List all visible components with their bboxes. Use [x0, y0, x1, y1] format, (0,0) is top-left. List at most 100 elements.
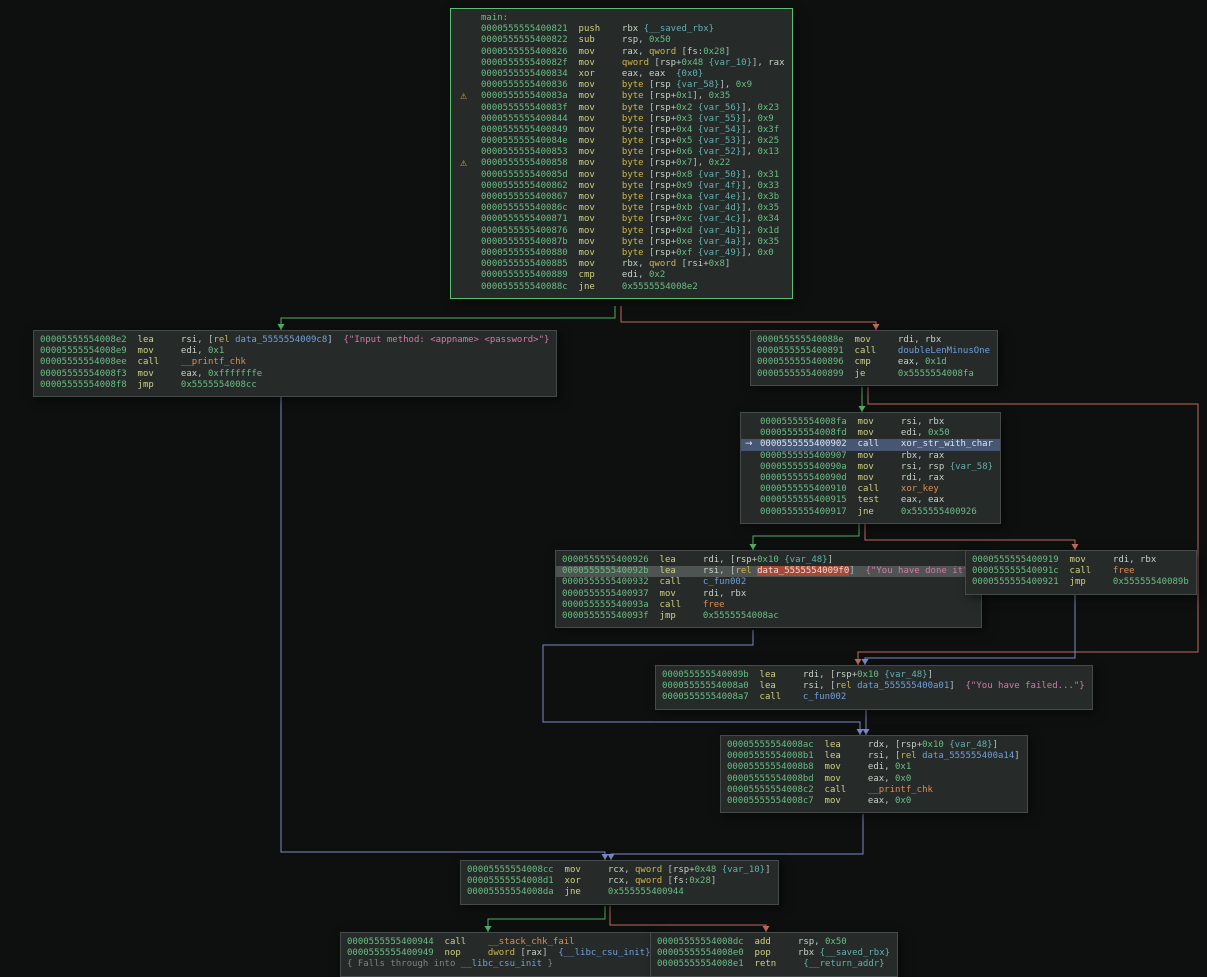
asm-line[interactable]: 000055555540088e mov rdi, rbx [751, 335, 997, 346]
token-mn: mov [138, 346, 181, 356]
basic-block-b08cc[interactable]: 00005555554008cc mov rcx, qword [rsp+0x4… [460, 860, 779, 905]
token-mn: jmp [1070, 577, 1113, 587]
asm-line[interactable]: 00005555554008a7 call c_fun002 [656, 692, 1092, 703]
asm-line[interactable]: 00005555554008b8 mov edi, 0x1 [721, 762, 1027, 773]
asm-line[interactable]: 00005555554008e1 retn {__return_addr} [651, 959, 897, 970]
asm-line[interactable]: 0000555555400891 call doubleLenMinusOne [751, 346, 997, 357]
asm-line[interactable]: →0000555555400902 call xor_str_with_char [741, 439, 1000, 450]
token-pln: , [638, 35, 649, 45]
token-num: 0x5555554008ac [703, 611, 779, 621]
token-reg: rsp [835, 670, 851, 680]
asm-line[interactable]: 00005555554008ac lea rdx, [rsp+0x10 {var… [721, 740, 1027, 751]
asm-line[interactable]: 000055555540083f mov byte [rsp+0x2 {var_… [451, 103, 792, 114]
asm-line[interactable]: 0000555555400921 jmp 0x55555540089b [966, 577, 1196, 588]
asm-line[interactable]: 0000555555400917 jne 0x555555400926 [741, 507, 1000, 518]
asm-line[interactable]: 000055555540091c call free [966, 566, 1196, 577]
asm-line[interactable]: 000055555540090a mov rsi, rsp {var_58} [741, 462, 1000, 473]
asm-line[interactable]: 00005555554008a0 lea rsi, [rel data_5555… [656, 681, 1092, 692]
asm-line[interactable]: 000055555540085d mov byte [rsp+0x8 {var_… [451, 170, 792, 181]
asm-line[interactable]: 0000555555400926 lea rdi, [rsp+0x10 {var… [556, 555, 981, 566]
basic-block-b088e[interactable]: 000055555540088e mov rdi, rbx00005555554… [750, 330, 998, 386]
basic-block-b08dc[interactable]: 00005555554008dc add rsp, 0x500000555555… [650, 932, 898, 977]
asm-line[interactable]: 0000555555400836 mov byte [rsp {var_58}]… [451, 80, 792, 91]
asm-line[interactable]: 0000555555400880 mov byte [rsp+0xf {var_… [451, 248, 792, 259]
asm-line[interactable]: 000055555540087b mov byte [rsp+0xe {var_… [451, 237, 792, 248]
asm-line[interactable]: 0000555555400821 push rbx {__saved_rbx} [451, 24, 792, 35]
token-pln [568, 114, 579, 124]
asm-line[interactable]: 00005555554008cc mov rcx, qword [rsp+0x4… [461, 865, 778, 876]
asm-line[interactable]: 000055555540084e mov byte [rsp+0x5 {var_… [451, 136, 792, 147]
asm-line[interactable]: 00005555554008f8 jmp 0x5555554008cc [34, 380, 556, 391]
graph-canvas[interactable]: main:0000555555400821 push rbx {__saved_… [0, 0, 1207, 977]
basic-block-b0944[interactable]: 0000555555400944 call __stack_chk_fail00… [340, 932, 659, 977]
token-num: 0x1 [895, 762, 911, 772]
asm-line[interactable]: 0000555555400885 mov rbx, qword [rsi+0x8… [451, 259, 792, 270]
asm-line[interactable]: 0000555555400862 mov byte [rsp+0x9 {var_… [451, 181, 792, 192]
asm-line[interactable]: 0000555555400849 mov byte [rsp+0x4 {var_… [451, 125, 792, 136]
asm-line[interactable]: 0000555555400910 call xor_key [741, 484, 1000, 495]
asm-line[interactable]: 00005555554008e2 lea rsi, [rel data_5555… [34, 335, 556, 346]
asm-line[interactable]: 0000555555400822 sub rsp, 0x50 [451, 35, 792, 46]
asm-line[interactable]: 00005555554008b1 lea rsi, [rel data_5555… [721, 751, 1027, 762]
asm-line[interactable]: 0000555555400844 mov byte [rsp+0x3 {var_… [451, 114, 792, 125]
asm-line[interactable]: 00005555554008ee call __printf_chk [34, 357, 556, 368]
asm-line[interactable]: 0000555555400889 cmp edi, 0x2 [451, 270, 792, 281]
token-num: 0x50 [928, 428, 950, 438]
token-mn: xor [579, 69, 622, 79]
asm-line[interactable]: 0000555555400871 mov byte [rsp+0xc {var_… [451, 214, 792, 225]
token-reg: rdi [703, 555, 719, 565]
asm-line[interactable]: 0000555555400932 call c_fun002 [556, 577, 981, 588]
asm-line[interactable]: 0000555555400915 test eax, eax [741, 495, 1000, 506]
asm-line[interactable]: 00005555554008da jne 0x555555400944 [461, 887, 778, 898]
asm-line[interactable]: 0000555555400834 xor eax, eax {0x0} [451, 69, 792, 80]
basic-block-b089b[interactable]: 000055555540089b lea rdi, [rsp+0x10 {var… [655, 665, 1093, 710]
token-mn: pop [755, 948, 798, 958]
basic-block-b0919[interactable]: 0000555555400919 mov rdi, rbx00005555554… [965, 550, 1197, 595]
asm-line[interactable]: 0000555555400907 mov rbx, rax [741, 451, 1000, 462]
token-addr: 0000555555400834 [481, 69, 568, 79]
asm-line[interactable]: 00005555554008e0 pop rbx {__saved_rbx} [651, 948, 897, 959]
token-mn: mov [825, 762, 868, 772]
asm-line[interactable]: 00005555554008bd mov eax, 0x0 [721, 774, 1027, 785]
asm-line[interactable]: 0000555555400867 mov byte [rsp+0xa {var_… [451, 192, 792, 203]
token-num: 0x555555400944 [608, 887, 684, 897]
token-pln: ] [542, 948, 558, 958]
basic-block-main[interactable]: main:0000555555400821 push rbx {__saved_… [450, 8, 793, 299]
asm-line[interactable]: 0000555555400944 call __stack_chk_fail [341, 937, 658, 948]
asm-line[interactable]: ⚠000055555540083a mov byte [rsp+0x1], 0x… [451, 91, 792, 102]
asm-line[interactable]: 0000555555400853 mov byte [rsp+0x6 {var_… [451, 147, 792, 158]
asm-line[interactable]: 000055555540089b lea rdi, [rsp+0x10 {var… [656, 670, 1092, 681]
asm-line[interactable]: 00005555554008dc add rsp, 0x50 [651, 937, 897, 948]
asm-line[interactable]: 00005555554008c2 call __printf_chk [721, 785, 1027, 796]
asm-line[interactable]: 00005555554008fd mov edi, 0x50 [741, 428, 1000, 439]
asm-line[interactable]: 0000555555400949 nop dword [rax] {__libc… [341, 948, 658, 959]
asm-line[interactable]: 00005555554008d1 xor rcx, qword [fs:0x28… [461, 876, 778, 887]
asm-line[interactable]: 000055555540093a call free [556, 600, 981, 611]
asm-line[interactable]: ⚠0000555555400858 mov byte [rsp+0x7], 0x… [451, 158, 792, 169]
asm-line[interactable]: 0000555555400919 mov rdi, rbx [966, 555, 1196, 566]
asm-line[interactable]: 000055555540082f mov qword [rsp+0x48 {va… [451, 58, 792, 69]
asm-line[interactable]: 000055555540090d mov rdi, rax [741, 473, 1000, 484]
basic-block-b08ac[interactable]: 00005555554008ac lea rdx, [rsp+0x10 {var… [720, 735, 1028, 813]
token-kw: byte [622, 192, 644, 202]
asm-line[interactable]: 000055555540088c jne 0x5555554008e2 [451, 282, 792, 293]
token-ann: {__saved_rbx} [820, 948, 890, 958]
asm-line[interactable]: 0000555555400896 cmp eax, 0x1d [751, 357, 997, 368]
asm-line[interactable]: 00005555554008c7 mov eax, 0x0 [721, 796, 1027, 807]
asm-line[interactable]: 0000555555400937 mov rdi, rbx [556, 589, 981, 600]
basic-block-b0926[interactable]: 0000555555400926 lea rdi, [rsp+0x10 {var… [555, 550, 982, 628]
asm-line[interactable]: 000055555540092b lea rsi, [rel data_5555… [556, 566, 981, 577]
token-reg: rax [928, 451, 944, 461]
basic-block-b08e2[interactable]: 00005555554008e2 lea rsi, [rel data_5555… [33, 330, 557, 397]
asm-line[interactable]: main: [451, 13, 792, 24]
asm-line[interactable]: 00005555554008e9 mov edi, 0x1 [34, 346, 556, 357]
asm-line[interactable]: 0000555555400826 mov rax, qword [fs:0x28… [451, 47, 792, 58]
asm-line[interactable]: 0000555555400899 je 0x5555554008fa [751, 369, 997, 380]
basic-block-b08fa[interactable]: 00005555554008fa mov rsi, rbx00005555554… [740, 412, 1001, 524]
asm-line[interactable]: 0000555555400876 mov byte [rsp+0xd {var_… [451, 226, 792, 237]
asm-line[interactable]: 000055555540093f jmp 0x5555554008ac [556, 611, 981, 622]
asm-line[interactable]: 00005555554008f3 mov eax, 0xfffffffe [34, 369, 556, 380]
asm-line[interactable]: 000055555540086c mov byte [rsp+0xb {var_… [451, 203, 792, 214]
asm-line[interactable]: 00005555554008fa mov rsi, rbx [741, 417, 1000, 428]
asm-line[interactable]: { Falls through into __libc_csu_init } [341, 959, 658, 970]
